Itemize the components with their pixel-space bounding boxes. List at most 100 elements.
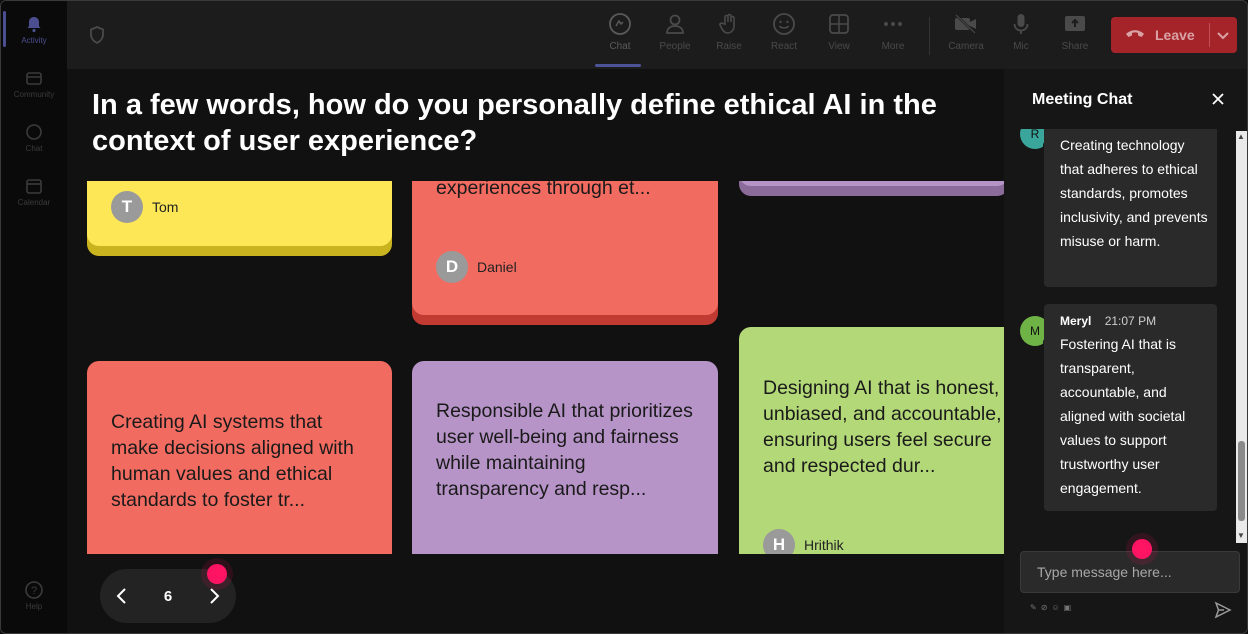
toolbar-mic-button[interactable]: Mic bbox=[996, 11, 1046, 61]
chat-messages[interactable]: R Creating technology that adheres to et… bbox=[1004, 129, 1247, 543]
toolbar-more-label: More bbox=[881, 41, 905, 52]
sender-name: Meryl bbox=[1060, 314, 1092, 328]
chat-icon bbox=[607, 11, 633, 37]
note-text: Designing AI that is honest, unbiased, a… bbox=[763, 377, 1002, 477]
chevron-right-icon bbox=[210, 588, 220, 604]
toolbar-chat-button[interactable]: Chat bbox=[595, 11, 645, 67]
toolbar-people-label: People bbox=[659, 41, 691, 52]
author-name: Hrithik bbox=[804, 537, 844, 553]
hang-up-icon bbox=[1125, 27, 1145, 43]
whiteboard-area: In a few words, how do you personally de… bbox=[67, 69, 1004, 633]
chat-message-input[interactable] bbox=[1020, 551, 1240, 593]
chat-message: Creating technology that adheres to ethi… bbox=[1044, 129, 1217, 287]
send-icon[interactable] bbox=[1214, 601, 1232, 619]
avatar: T bbox=[111, 191, 143, 223]
sticky-note[interactable]: T Tom bbox=[87, 181, 392, 246]
note-author: H Hrithik bbox=[763, 529, 844, 554]
message-time: 21:07 PM bbox=[1104, 314, 1157, 328]
rail-label: Chat bbox=[25, 143, 43, 153]
format-icon[interactable]: ✎ bbox=[1030, 603, 1037, 612]
rail-label: Activity bbox=[21, 35, 47, 45]
avatar-initial: M bbox=[1030, 324, 1040, 338]
rail-item-activity[interactable]: Activity bbox=[1, 3, 67, 55]
note-author: D Daniel bbox=[436, 251, 517, 283]
rail-label: Help bbox=[25, 601, 43, 611]
toolbar-share-label: Share bbox=[1061, 41, 1089, 52]
cursor-indicator bbox=[207, 564, 227, 584]
author-name: Tom bbox=[152, 199, 179, 215]
chevron-left-icon bbox=[116, 588, 126, 604]
sticky-note[interactable]: Responsible AI that prioritizes user wel… bbox=[412, 361, 718, 554]
leave-button[interactable]: Leave bbox=[1111, 17, 1237, 53]
toolbar-camera-button[interactable]: Camera bbox=[941, 11, 991, 61]
avatar-initial: R bbox=[1030, 129, 1040, 141]
more-icon bbox=[880, 11, 906, 37]
message-meta: Meryl 21:07 PM bbox=[1060, 314, 1156, 328]
note-text: Creating AI systems that make decisions … bbox=[111, 411, 354, 511]
people-icon bbox=[662, 11, 688, 37]
rail-label: Calendar bbox=[17, 197, 51, 207]
toolbar-raise-label: Raise bbox=[716, 41, 742, 52]
mic-icon bbox=[1008, 11, 1034, 37]
shield-icon[interactable] bbox=[87, 25, 107, 45]
rail-item-chat[interactable]: Chat bbox=[1, 111, 67, 163]
emoji-icon[interactable]: ☺ bbox=[1051, 603, 1059, 612]
note-text: Responsible AI that prioritizes user wel… bbox=[436, 400, 693, 500]
leave-label: Leave bbox=[1155, 27, 1195, 43]
sticky-note[interactable]: experiences through et... D Daniel bbox=[412, 181, 718, 315]
prev-page-button[interactable] bbox=[100, 569, 144, 623]
toolbar-chat-label: Chat bbox=[609, 41, 631, 52]
toolbar-view-label: View bbox=[828, 41, 850, 52]
react-icon bbox=[771, 11, 797, 37]
note-text: experiences through et... bbox=[436, 181, 651, 199]
toolbar-mic-label: Mic bbox=[1013, 41, 1029, 52]
meeting-chat-panel: Meeting Chat R Creating technology that … bbox=[1004, 69, 1247, 633]
toolbar-people-button[interactable]: People bbox=[650, 11, 700, 61]
rail-item-help[interactable]: ? Help bbox=[1, 569, 67, 621]
message-text: Fostering AI that is transparent, accoun… bbox=[1060, 336, 1186, 496]
svg-text:?: ? bbox=[31, 585, 37, 597]
toolbar-view-button[interactable]: View bbox=[814, 11, 864, 61]
left-rail: Activity Community Chat Calendar ? Help bbox=[1, 1, 67, 633]
avatar: H bbox=[763, 529, 795, 554]
sticky-note[interactable]: Designing AI that is honest, unbiased, a… bbox=[739, 327, 1004, 554]
scroll-down-icon[interactable]: ▼ bbox=[1237, 531, 1245, 540]
scrollbar-thumb[interactable] bbox=[1238, 441, 1245, 521]
rail-label: Community bbox=[13, 89, 55, 99]
sticky-note[interactable] bbox=[739, 181, 1004, 186]
meeting-window: Activity Community Chat Calendar ? Help bbox=[0, 0, 1248, 634]
view-grid-icon bbox=[826, 11, 852, 37]
share-icon bbox=[1062, 11, 1088, 37]
rail-item-community[interactable]: Community bbox=[1, 57, 67, 109]
close-icon[interactable] bbox=[1210, 91, 1226, 107]
toolbar-raise-button[interactable]: Raise bbox=[704, 11, 754, 61]
message-text: Creating technology that adheres to ethi… bbox=[1060, 137, 1208, 249]
sticky-notes-board: T Tom experiences through et... D Daniel… bbox=[67, 181, 1004, 554]
community-icon bbox=[24, 68, 44, 88]
page-number: 6 bbox=[163, 587, 173, 605]
help-icon: ? bbox=[24, 580, 44, 600]
format-toolbar: ✎ ⊘ ☺ ▣ bbox=[1030, 603, 1071, 612]
attach-icon[interactable]: ⊘ bbox=[1041, 603, 1048, 612]
scroll-up-icon[interactable]: ▲ bbox=[1237, 132, 1245, 141]
camera-off-icon bbox=[953, 11, 979, 37]
toolbar-share-button[interactable]: Share bbox=[1050, 11, 1100, 61]
cursor-indicator bbox=[1132, 539, 1152, 559]
rail-item-calendar[interactable]: Calendar bbox=[1, 165, 67, 217]
meeting-toolbar: Chat People Raise React View More Camera… bbox=[67, 1, 1247, 69]
bell-icon bbox=[24, 14, 44, 34]
sticky-note[interactable]: Creating AI systems that make decisions … bbox=[87, 361, 392, 554]
chat-scrollbar[interactable]: ▲ ▼ bbox=[1236, 131, 1247, 543]
chevron-down-icon[interactable] bbox=[1215, 27, 1231, 46]
avatar: D bbox=[436, 251, 468, 283]
gif-icon[interactable]: ▣ bbox=[1064, 603, 1072, 612]
leave-divider bbox=[1209, 23, 1210, 47]
raise-hand-icon bbox=[716, 11, 742, 37]
toolbar-divider bbox=[929, 17, 930, 55]
toolbar-react-label: React bbox=[770, 41, 798, 52]
toolbar-react-button[interactable]: React bbox=[759, 11, 809, 61]
chat-title: Meeting Chat bbox=[1032, 91, 1133, 108]
toolbar-more-button[interactable]: More bbox=[868, 11, 918, 61]
chat-message: Meryl 21:07 PM Fostering AI that is tran… bbox=[1044, 304, 1217, 511]
note-author: T Tom bbox=[111, 191, 178, 223]
